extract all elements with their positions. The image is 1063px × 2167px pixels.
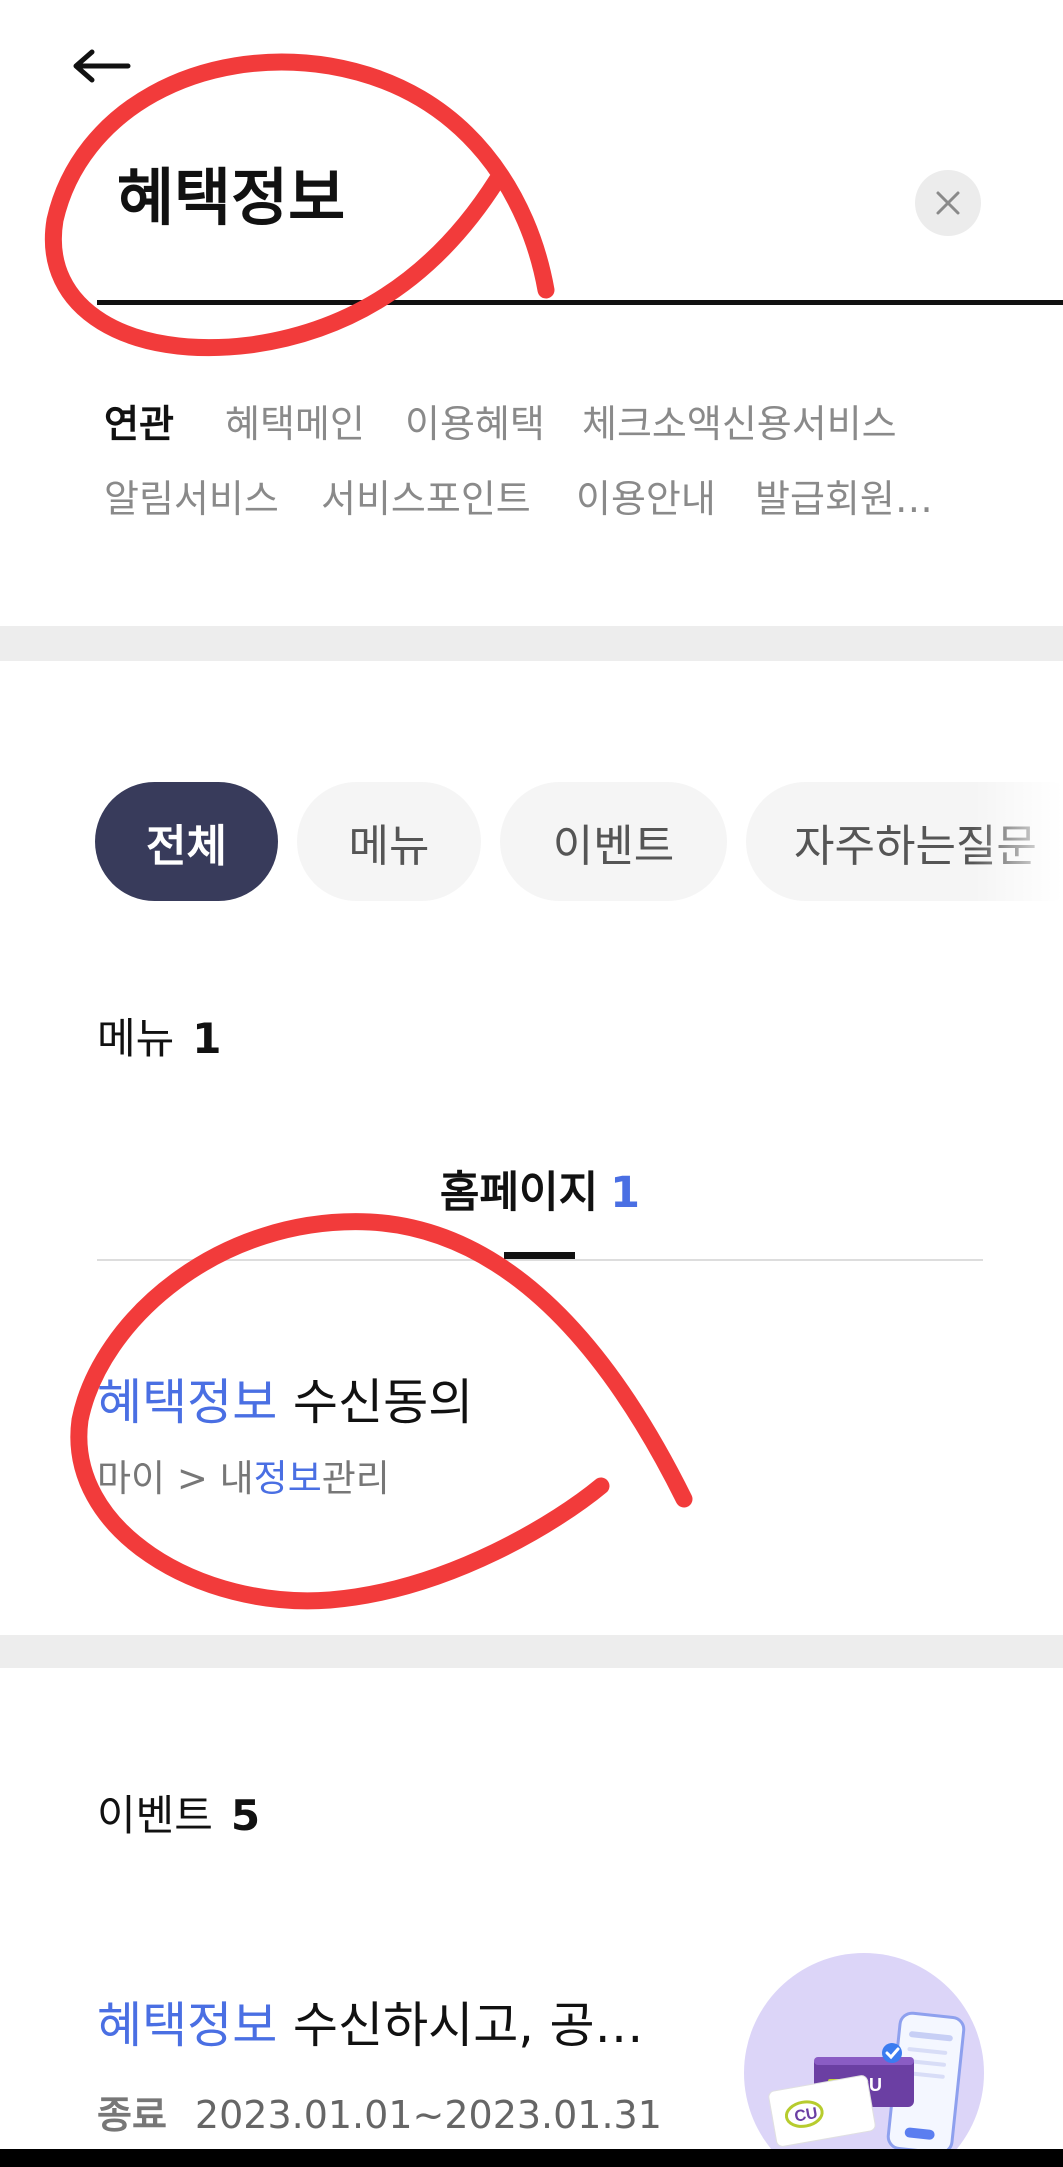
menu-result-title[interactable]: 혜택정보 수신동의 xyxy=(97,1373,473,1433)
search-underline xyxy=(97,300,1063,305)
event-status: 종료 xyxy=(97,2093,167,2137)
related-tag[interactable]: 이용혜택 xyxy=(405,400,545,448)
tab-homepage-count: 1 xyxy=(610,1168,641,1218)
system-navigation-bar xyxy=(0,2149,1063,2167)
related-tag[interactable]: 이용안내 xyxy=(576,475,716,523)
arrow-left-icon xyxy=(73,49,131,83)
section-divider xyxy=(0,626,1063,661)
tab-homepage[interactable]: 홈페이지 1 xyxy=(97,1166,983,1220)
event-thumbnail[interactable]: CU CU xyxy=(744,1953,984,2149)
related-tag[interactable]: 체크소액신용서비스 xyxy=(582,400,897,448)
filter-chip-event[interactable]: 이벤트 xyxy=(500,782,727,901)
filter-chip-bar: 전체 메뉴 이벤트 자주하는질문 xyxy=(0,782,1063,901)
event-title-rest: 수신하시고, 공… xyxy=(277,1997,644,2054)
event-section-title: 이벤트 5 xyxy=(97,1790,260,1842)
back-button[interactable] xyxy=(72,48,132,84)
menu-section-count: 1 xyxy=(192,1014,222,1063)
menu-section-title: 메뉴 1 xyxy=(97,1013,222,1065)
event-item-title[interactable]: 혜택정보 수신하시고, 공… xyxy=(97,1996,644,2056)
chip-scroll-fade xyxy=(973,782,1063,901)
event-title-highlight: 혜택정보 xyxy=(97,1997,278,2054)
filter-chip-all[interactable]: 전체 xyxy=(95,782,278,901)
event-period: 2023.01.01~2023.01.31 xyxy=(194,2093,662,2137)
result-highlight: 혜택정보 xyxy=(97,1374,278,1431)
event-thumbnail-image: CU CU xyxy=(744,1953,984,2149)
event-section-count: 5 xyxy=(230,1791,261,1840)
result-title-rest: 수신동의 xyxy=(277,1374,474,1431)
related-tag[interactable]: 혜택메인 xyxy=(225,400,365,448)
path-suffix: 관리 xyxy=(321,1457,390,1500)
menu-result-path: 마이 > 내정보관리 xyxy=(97,1455,390,1503)
search-input[interactable]: 혜택정보 xyxy=(117,160,345,236)
close-icon xyxy=(936,191,960,215)
related-label: 연관 xyxy=(104,402,174,446)
path-prefix: 마이 > 내 xyxy=(97,1457,254,1500)
tab-active-indicator xyxy=(504,1252,575,1259)
filter-chip-menu[interactable]: 메뉴 xyxy=(297,782,481,901)
event-item-meta: 종료 2023.01.01~2023.01.31 xyxy=(97,2091,662,2139)
menu-section-label: 메뉴 xyxy=(97,1014,175,1063)
section-divider xyxy=(0,1635,1063,1668)
path-highlight: 정보 xyxy=(253,1457,322,1500)
related-tag[interactable]: 발급회원… xyxy=(755,475,933,523)
tab-divider xyxy=(97,1259,983,1261)
related-tag[interactable]: 서비스포인트 xyxy=(321,475,531,523)
event-section-label: 이벤트 xyxy=(97,1791,213,1840)
tab-homepage-label: 홈페이지 xyxy=(439,1168,599,1218)
related-tag[interactable]: 알림서비스 xyxy=(104,475,279,523)
clear-search-button[interactable] xyxy=(915,170,981,236)
